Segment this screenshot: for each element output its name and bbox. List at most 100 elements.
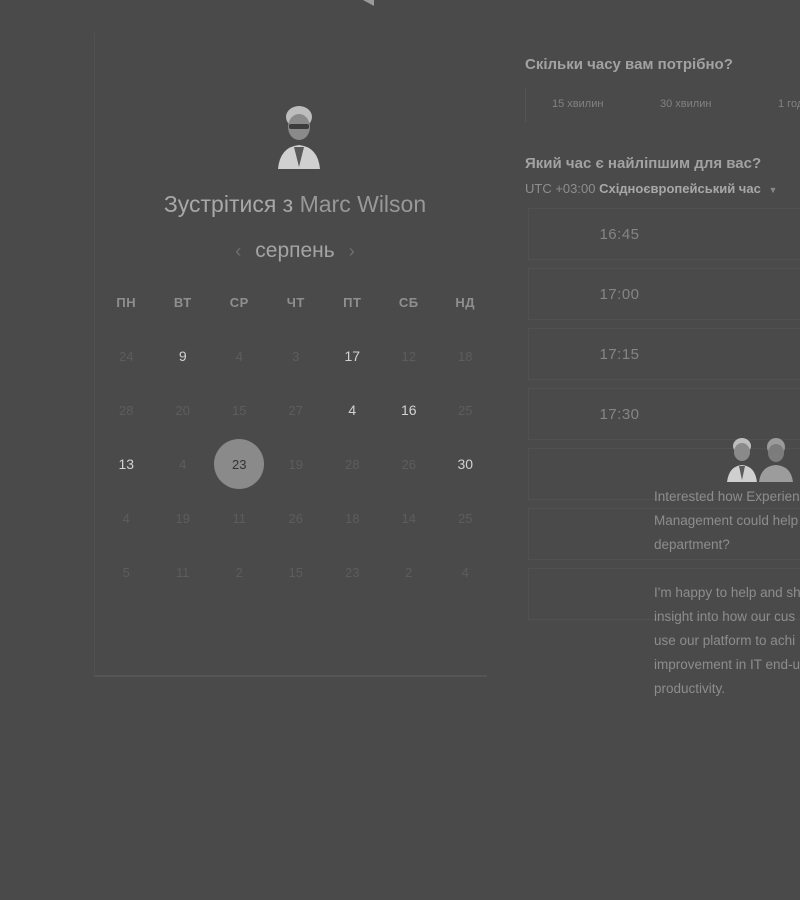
day-cell: 20 — [155, 383, 212, 437]
weekday-label: СБ — [398, 295, 419, 310]
popup-line: department? — [654, 537, 730, 552]
day-cell: 4 — [211, 329, 268, 383]
month-label: серпень — [255, 239, 335, 262]
day-number: 11 — [176, 564, 190, 580]
agent-avatar — [727, 438, 757, 482]
day-number: 18 — [458, 348, 473, 364]
day-number: 25 — [458, 510, 473, 526]
day-cell: 4 — [437, 545, 494, 599]
day-number: 25 — [458, 402, 473, 418]
day-number: 15 — [232, 402, 247, 418]
day-number: 11 — [232, 510, 247, 526]
popup-line: productivity. — [654, 681, 726, 696]
day-cell: 4 — [98, 491, 155, 545]
day-number: 13 — [118, 456, 135, 472]
day-number: 14 — [401, 510, 416, 526]
host-avatar — [278, 106, 320, 169]
time-slot[interactable]: 17:00 — [528, 268, 800, 320]
day-cell[interactable]: 17 — [324, 329, 381, 383]
day-number: 5 — [122, 564, 130, 580]
weekday-header: ПН ВТ СР ЧТ ПТ СБ НД — [98, 295, 494, 310]
time-question: Який час є найліпшим для вас? — [525, 155, 762, 172]
day-cell[interactable]: 4 — [324, 383, 381, 437]
timezone-name: Східноєвропейський час — [599, 181, 761, 196]
caret-down-icon: ▼ — [768, 185, 778, 195]
day-cell: 15 — [211, 383, 268, 437]
popup-line: use our platform to achi — [654, 633, 796, 648]
day-number: 28 — [119, 402, 134, 418]
chat-popup: Interested how Experien Management could… — [640, 430, 800, 710]
day-cell: 2 — [381, 545, 438, 599]
popup-line: insight into how our cus — [654, 609, 796, 624]
day-cell: 18 — [437, 329, 494, 383]
day-cell: 4 — [155, 437, 212, 491]
day-number: 3 — [292, 348, 300, 364]
day-number: 26 — [401, 456, 416, 472]
chevron-left-icon[interactable]: ‹ — [221, 241, 255, 262]
day-number: 4 — [122, 510, 130, 526]
popup-line: I'm happy to help and sh — [654, 585, 800, 600]
day-number: 16 — [400, 402, 417, 418]
duration-option-30[interactable]: 30 хвилин — [660, 98, 711, 110]
day-number: 24 — [119, 348, 134, 364]
timezone-selector[interactable]: UTC +03:00 Східноєвропейський час ▼ — [525, 181, 777, 196]
weekday-label: ПТ — [343, 295, 362, 310]
day-cell: 25 — [437, 491, 494, 545]
day-cell: 12 — [381, 329, 438, 383]
calendar-grid: 24 9 4 3 17 12 18 28 20 15 27 4 16 25 13 4 23 19 28 26 30 4 19… — [98, 329, 494, 599]
popup-line: improvement in IT end-u — [654, 657, 800, 672]
month-navigator: ‹ серпень › — [195, 236, 395, 266]
day-cell: 18 — [324, 491, 381, 545]
day-number: 9 — [178, 348, 187, 364]
day-number: 12 — [401, 348, 416, 364]
popup-paragraph-1: Interested how Experien Management could… — [654, 485, 800, 557]
time-slot[interactable]: 16:45 — [528, 208, 800, 260]
day-cell: 3 — [268, 329, 325, 383]
day-number: 19 — [288, 456, 303, 472]
day-number: 23 — [214, 439, 265, 489]
day-number: 20 — [175, 402, 190, 418]
chevron-right-icon[interactable]: › — [335, 241, 369, 262]
day-number: 18 — [345, 510, 360, 526]
scheduler-card: Зустрітися з Marc Wilson ‹ серпень › ПН В… — [94, 33, 487, 677]
duration-option-60[interactable]: 1 год — [778, 98, 800, 110]
day-cell: 28 — [324, 437, 381, 491]
host-name: Marc Wilson — [299, 191, 427, 217]
popup-line: Management could help — [654, 513, 799, 528]
day-cell: 19 — [268, 437, 325, 491]
weekday-label: СР — [229, 295, 249, 310]
day-number: 28 — [345, 456, 360, 472]
day-number: 23 — [345, 564, 360, 580]
timezone-offset: UTC +03:00 — [525, 181, 596, 196]
day-number: 27 — [288, 402, 303, 418]
duration-question: Скільки часу вам потрібно? — [525, 56, 733, 73]
day-number: 17 — [344, 348, 361, 364]
day-cell: 5 — [98, 545, 155, 599]
day-cell-selected[interactable]: 23 — [211, 437, 268, 491]
day-number: 2 — [405, 564, 413, 580]
day-number: 4 — [235, 348, 243, 364]
agent-avatar-2 — [759, 438, 793, 482]
day-cell: 19 — [155, 491, 212, 545]
day-cell: 25 — [437, 383, 494, 437]
popup-line: Interested how Experien — [654, 489, 800, 504]
time-slot[interactable]: 17:15 — [528, 328, 800, 380]
day-number: 26 — [288, 510, 303, 526]
day-number: 4 — [348, 402, 357, 418]
day-cell[interactable]: 30 — [437, 437, 494, 491]
day-cell: 24 — [98, 329, 155, 383]
weekday-label: ВТ — [173, 295, 192, 310]
day-cell[interactable]: 16 — [381, 383, 438, 437]
day-cell[interactable]: 13 — [98, 437, 155, 491]
day-number: 30 — [457, 456, 474, 472]
weekday-label: ЧТ — [286, 295, 305, 310]
arrow-shape — [363, 0, 374, 6]
weekday-label: НД — [455, 295, 476, 310]
day-cell: 15 — [268, 545, 325, 599]
duration-option-15[interactable]: 15 хвилин — [552, 98, 603, 110]
day-cell[interactable]: 9 — [155, 329, 212, 383]
day-number: 4 — [461, 564, 469, 580]
day-cell: 26 — [268, 491, 325, 545]
day-cell: 23 — [324, 545, 381, 599]
day-cell: 28 — [98, 383, 155, 437]
